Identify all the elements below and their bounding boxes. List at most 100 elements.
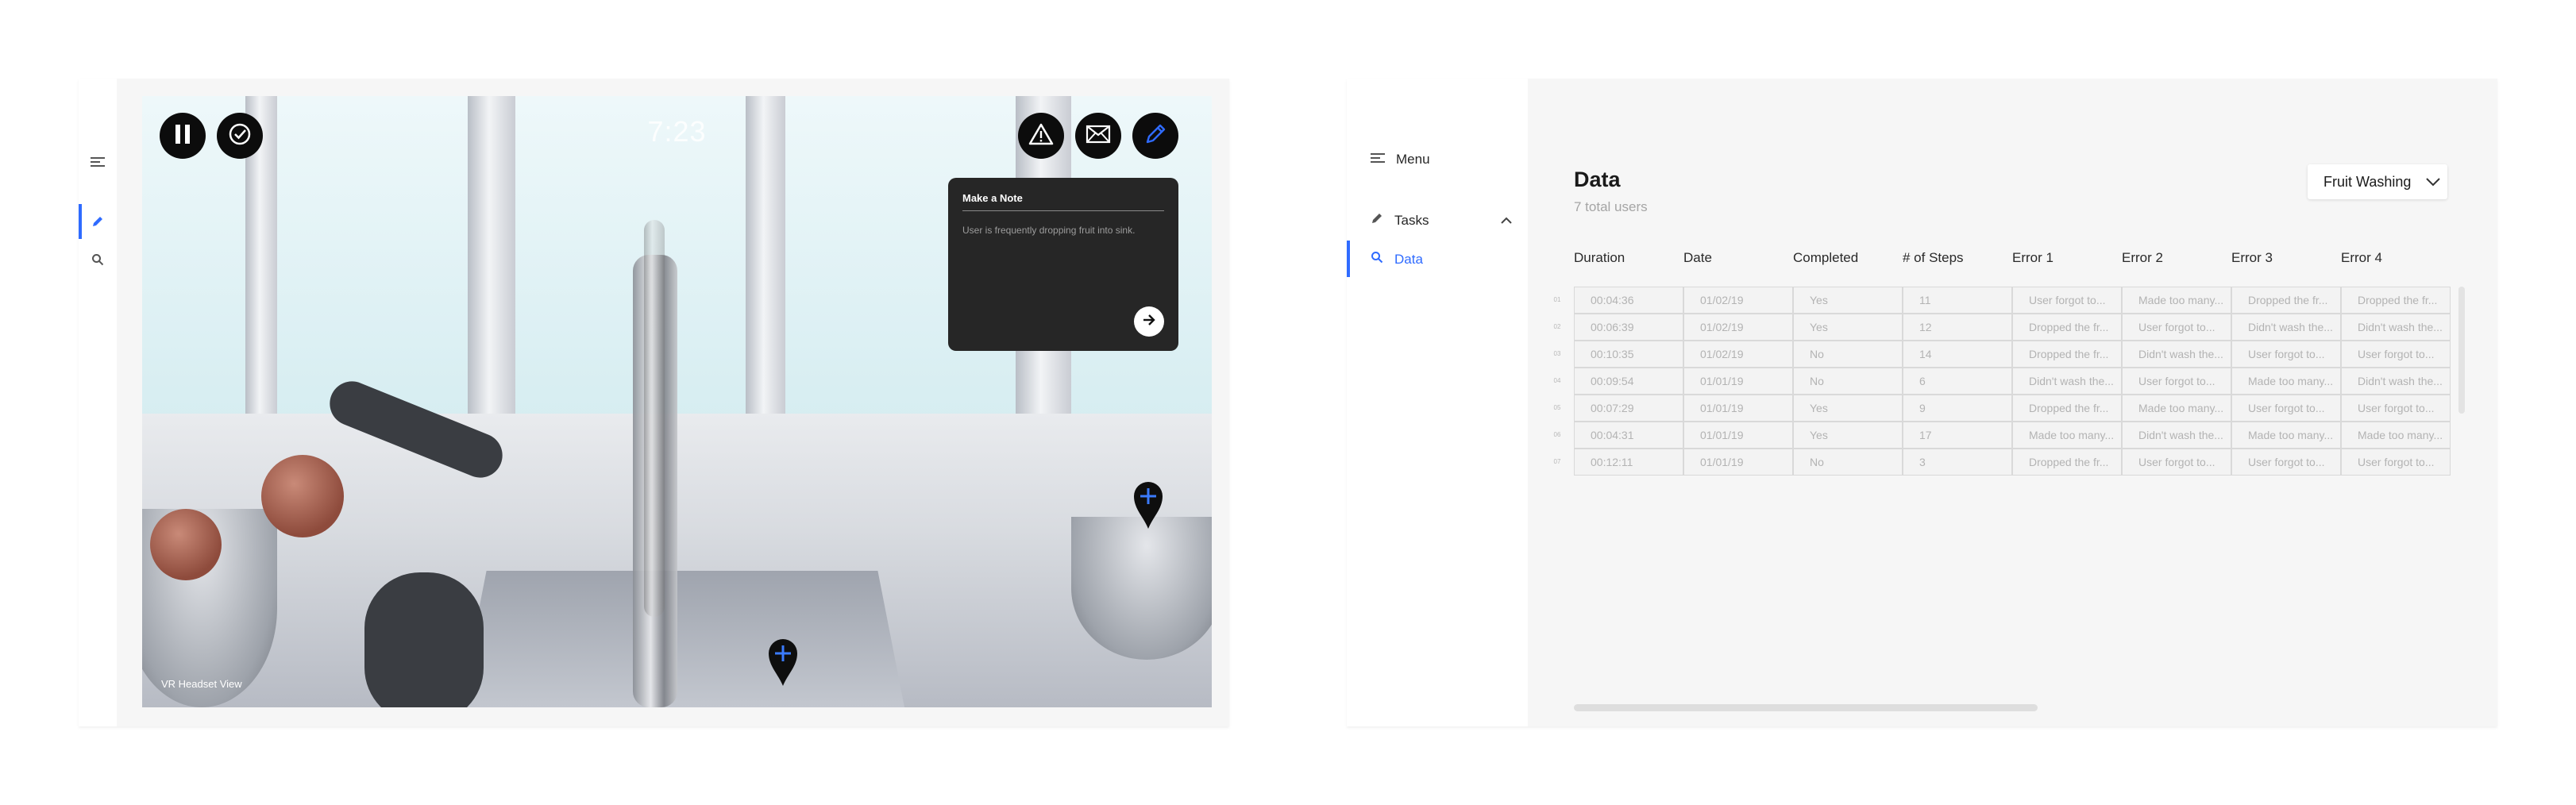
table-row[interactable]: 01 00:04:36 01/02/19 Yes 11 User forgot to...… <box>1550 287 2455 314</box>
sidebar-item-data[interactable]: Data <box>1371 251 1423 268</box>
table-cell[interactable]: 11 <box>1903 287 2012 314</box>
table-cell[interactable]: 00:04:36 <box>1574 287 1683 314</box>
table-row[interactable]: 04 00:09:54 01/01/19 No 6 Didn't wash the... U… <box>1550 368 2455 395</box>
pencil-icon <box>1143 122 1167 150</box>
table-cell[interactable]: User forgot to... <box>2122 368 2231 395</box>
table-cell[interactable]: 00:04:31 <box>1574 422 1683 449</box>
table-row[interactable]: 06 00:04:31 01/01/19 Yes 17 Made too many... D… <box>1550 422 2455 449</box>
table-cell[interactable]: 9 <box>1903 395 2012 422</box>
table-cell[interactable]: User forgot to... <box>2122 314 2231 341</box>
table-cell[interactable]: Didn't wash the... <box>2231 314 2341 341</box>
table-cell[interactable]: 01/02/19 <box>1683 287 1793 314</box>
column-header[interactable]: Duration <box>1574 250 1625 266</box>
table-row[interactable]: 02 00:06:39 01/02/19 Yes 12 Dropped the fr...… <box>1550 314 2455 341</box>
table-cell[interactable]: 6 <box>1903 368 2012 395</box>
table-cell[interactable]: No <box>1793 368 1903 395</box>
scene-apple <box>150 509 222 580</box>
table-cell[interactable]: Yes <box>1793 422 1903 449</box>
table-cell[interactable]: Didn't wash the... <box>2341 368 2451 395</box>
table-cell[interactable]: User forgot to... <box>2341 341 2451 368</box>
make-note-button[interactable] <box>1132 113 1178 159</box>
table-cell[interactable]: Yes <box>1793 287 1903 314</box>
send-note-button[interactable] <box>1134 306 1164 337</box>
table-cell[interactable]: Didn't wash the... <box>2341 314 2451 341</box>
scene-faucet <box>644 220 665 617</box>
column-header[interactable]: Error 4 <box>2341 250 2382 266</box>
table-row[interactable]: 05 00:07:29 01/01/19 Yes 9 Dropped the fr... M… <box>1550 395 2455 422</box>
table-cell[interactable]: Yes <box>1793 314 1903 341</box>
table-cell[interactable]: Didn't wash the... <box>2012 368 2122 395</box>
sidebar: Menu Tasks Data <box>1347 79 1528 726</box>
table-cell[interactable]: Dropped the fr... <box>2012 449 2122 476</box>
active-indicator <box>1347 241 1350 277</box>
table-cell[interactable]: User forgot to... <box>2012 287 2122 314</box>
report-issue-button[interactable] <box>1018 113 1064 159</box>
table-cell[interactable]: Dropped the fr... <box>2012 341 2122 368</box>
vertical-scrollbar[interactable] <box>2458 287 2465 414</box>
column-header[interactable]: Error 1 <box>2012 250 2053 266</box>
sidebar-item-tasks[interactable]: Tasks <box>1371 212 1429 229</box>
table-cell[interactable]: Made too many... <box>2231 368 2341 395</box>
arrow-right-icon <box>1141 312 1157 332</box>
table-cell[interactable]: 01/01/19 <box>1683 395 1793 422</box>
sidebar-item-menu[interactable]: Menu <box>1371 152 1430 168</box>
table-cell[interactable]: Dropped the fr... <box>2341 287 2451 314</box>
table-cell[interactable]: Dropped the fr... <box>2012 314 2122 341</box>
column-header[interactable]: Error 2 <box>2122 250 2163 266</box>
table-cell[interactable]: 01/02/19 <box>1683 314 1793 341</box>
table-cell[interactable]: 00:10:35 <box>1574 341 1683 368</box>
table-cell[interactable]: Made too many... <box>2012 422 2122 449</box>
table-cell[interactable]: User forgot to... <box>2341 449 2451 476</box>
column-header[interactable]: Completed <box>1793 250 1858 266</box>
table-cell[interactable]: Dropped the fr... <box>2012 395 2122 422</box>
column-header[interactable]: Date <box>1683 250 1712 266</box>
page-title: Data <box>1574 168 1621 191</box>
note-text[interactable]: User is frequently dropping fruit into s… <box>962 224 1153 237</box>
table-cell[interactable]: Didn't wash the... <box>2122 341 2231 368</box>
table-cell[interactable]: User forgot to... <box>2231 341 2341 368</box>
table-cell[interactable]: 00:09:54 <box>1574 368 1683 395</box>
menu-icon <box>1371 152 1385 168</box>
table-cell[interactable]: 00:12:11 <box>1574 449 1683 476</box>
table-cell[interactable]: No <box>1793 341 1903 368</box>
table-cell[interactable]: 00:06:39 <box>1574 314 1683 341</box>
table-cell[interactable]: 01/01/19 <box>1683 422 1793 449</box>
table-cell[interactable]: 01/02/19 <box>1683 341 1793 368</box>
table-cell[interactable]: 00:07:29 <box>1574 395 1683 422</box>
search-icon[interactable] <box>88 250 107 269</box>
table-cell[interactable]: User forgot to... <box>2231 395 2341 422</box>
horizontal-scrollbar[interactable] <box>1574 704 2038 711</box>
table-cell[interactable]: User forgot to... <box>2231 449 2341 476</box>
table-cell[interactable]: 01/01/19 <box>1683 449 1793 476</box>
view-label: VR Headset View <box>161 678 242 690</box>
table-cell[interactable]: User forgot to... <box>2122 449 2231 476</box>
vr-headset-view[interactable]: 7:23 Make a Note User is frequently drop… <box>142 96 1212 707</box>
table-cell[interactable]: Made too many... <box>2341 422 2451 449</box>
table-cell[interactable]: User forgot to... <box>2341 395 2451 422</box>
table-cell[interactable]: 14 <box>1903 341 2012 368</box>
table-cell[interactable]: Yes <box>1793 395 1903 422</box>
dataset-dropdown[interactable]: Fruit Washing <box>2308 164 2447 199</box>
chevron-up-icon[interactable] <box>1499 214 1514 228</box>
table-cell[interactable]: 3 <box>1903 449 2012 476</box>
table-cell[interactable]: No <box>1793 449 1903 476</box>
add-marker-pin[interactable] <box>1132 480 1164 530</box>
table-cell[interactable]: Made too many... <box>2231 422 2341 449</box>
dataset-selected-value: Fruit Washing <box>2323 173 2412 190</box>
table-cell[interactable]: 12 <box>1903 314 2012 341</box>
row-number: 05 <box>1553 404 1561 411</box>
column-header[interactable]: Error 3 <box>2231 250 2273 266</box>
table-row[interactable]: 07 00:12:11 01/01/19 No 3 Dropped the fr... Us… <box>1550 449 2455 476</box>
table-cell[interactable]: Dropped the fr... <box>2231 287 2341 314</box>
menu-icon[interactable] <box>88 152 107 171</box>
table-row[interactable]: 03 00:10:35 01/02/19 No 14 Dropped the fr... D… <box>1550 341 2455 368</box>
table-cell[interactable]: Made too many... <box>2122 287 2231 314</box>
column-header[interactable]: # of Steps <box>1903 250 1964 266</box>
pencil-icon[interactable] <box>88 212 107 231</box>
table-cell[interactable]: Made too many... <box>2122 395 2231 422</box>
table-cell[interactable]: Didn't wash the... <box>2122 422 2231 449</box>
table-cell[interactable]: 17 <box>1903 422 2012 449</box>
table-cell[interactable]: 01/01/19 <box>1683 368 1793 395</box>
add-marker-pin[interactable] <box>767 637 799 687</box>
message-button[interactable] <box>1075 113 1121 159</box>
